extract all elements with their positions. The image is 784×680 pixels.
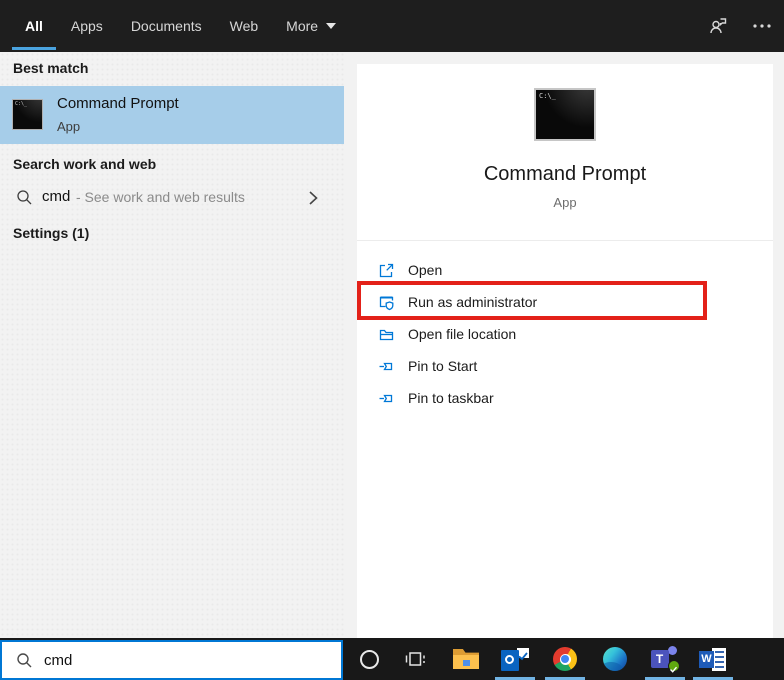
word-icon[interactable]: W bbox=[693, 638, 733, 680]
result-preview-panel: C:\_ Command Prompt App Open Run as admi… bbox=[357, 64, 773, 638]
task-view-icon[interactable] bbox=[395, 638, 435, 680]
tab-apps-label: Apps bbox=[71, 18, 103, 34]
prompt-glyph: C:\_ bbox=[15, 101, 27, 107]
command-prompt-icon: C:\_ bbox=[12, 99, 43, 130]
search-input[interactable] bbox=[44, 652, 314, 669]
cortana-icon[interactable] bbox=[349, 638, 389, 680]
action-label: Pin to Start bbox=[408, 358, 477, 374]
pin-icon bbox=[378, 390, 395, 407]
tab-documents[interactable]: Documents bbox=[118, 0, 215, 52]
file-location-icon bbox=[378, 326, 395, 343]
tab-more[interactable]: More bbox=[273, 0, 349, 52]
search-results-pane: Best match C:\_ Command Prompt App Searc… bbox=[0, 52, 344, 640]
tab-documents-label: Documents bbox=[131, 18, 202, 34]
web-search-result[interactable]: cmd - See work and web results bbox=[0, 178, 344, 220]
settings-header: Settings (1) bbox=[13, 225, 89, 241]
user-feedback-icon[interactable] bbox=[696, 0, 740, 52]
pin-icon bbox=[378, 358, 395, 375]
chevron-right-icon[interactable] bbox=[305, 189, 321, 212]
tab-apps[interactable]: Apps bbox=[58, 0, 116, 52]
search-filter-tabs: All Apps Documents Web More bbox=[12, 0, 349, 52]
tab-web-label: Web bbox=[230, 18, 259, 34]
action-pin-to-taskbar[interactable]: Pin to taskbar bbox=[357, 385, 773, 411]
taskbar-search-box[interactable] bbox=[0, 640, 343, 680]
action-open[interactable]: Open bbox=[357, 257, 773, 283]
open-external-icon bbox=[378, 262, 395, 279]
tab-more-label: More bbox=[286, 18, 318, 34]
tab-all-label: All bbox=[25, 18, 43, 34]
more-options-icon[interactable] bbox=[740, 0, 784, 52]
chevron-down-icon bbox=[326, 23, 336, 29]
best-match-result-command-prompt[interactable]: C:\_ Command Prompt App bbox=[0, 86, 344, 144]
best-match-header: Best match bbox=[13, 60, 88, 76]
divider bbox=[357, 240, 773, 241]
search-flyout-topbar: All Apps Documents Web More bbox=[0, 0, 784, 52]
edge-icon[interactable] bbox=[595, 638, 635, 680]
teams-icon[interactable]: T bbox=[645, 638, 685, 680]
action-label: Pin to taskbar bbox=[408, 390, 494, 406]
action-label: Run as administrator bbox=[408, 294, 537, 310]
file-explorer-icon[interactable] bbox=[446, 638, 486, 680]
admin-shield-icon bbox=[378, 294, 395, 311]
tab-web[interactable]: Web bbox=[217, 0, 272, 52]
web-query-text: cmd bbox=[42, 188, 70, 205]
search-web-header: Search work and web bbox=[13, 156, 156, 172]
action-open-file-location[interactable]: Open file location bbox=[357, 321, 773, 347]
result-type: App bbox=[57, 119, 80, 134]
action-pin-to-start[interactable]: Pin to Start bbox=[357, 353, 773, 379]
command-prompt-icon: C:\_ bbox=[534, 88, 596, 141]
chrome-icon[interactable] bbox=[545, 638, 585, 680]
search-icon bbox=[16, 652, 33, 669]
web-query-suffix: - See work and web results bbox=[76, 189, 245, 205]
preview-title: Command Prompt bbox=[357, 163, 773, 186]
action-label: Open file location bbox=[408, 326, 516, 342]
preview-type: App bbox=[357, 195, 773, 210]
prompt-glyph: C:\_ bbox=[539, 92, 556, 100]
action-run-as-administrator[interactable]: Run as administrator bbox=[357, 289, 773, 315]
outlook-icon[interactable] bbox=[495, 638, 535, 680]
tab-all[interactable]: All bbox=[12, 0, 56, 52]
search-icon bbox=[16, 189, 33, 211]
result-title: Command Prompt bbox=[57, 95, 179, 112]
action-label: Open bbox=[408, 262, 442, 278]
